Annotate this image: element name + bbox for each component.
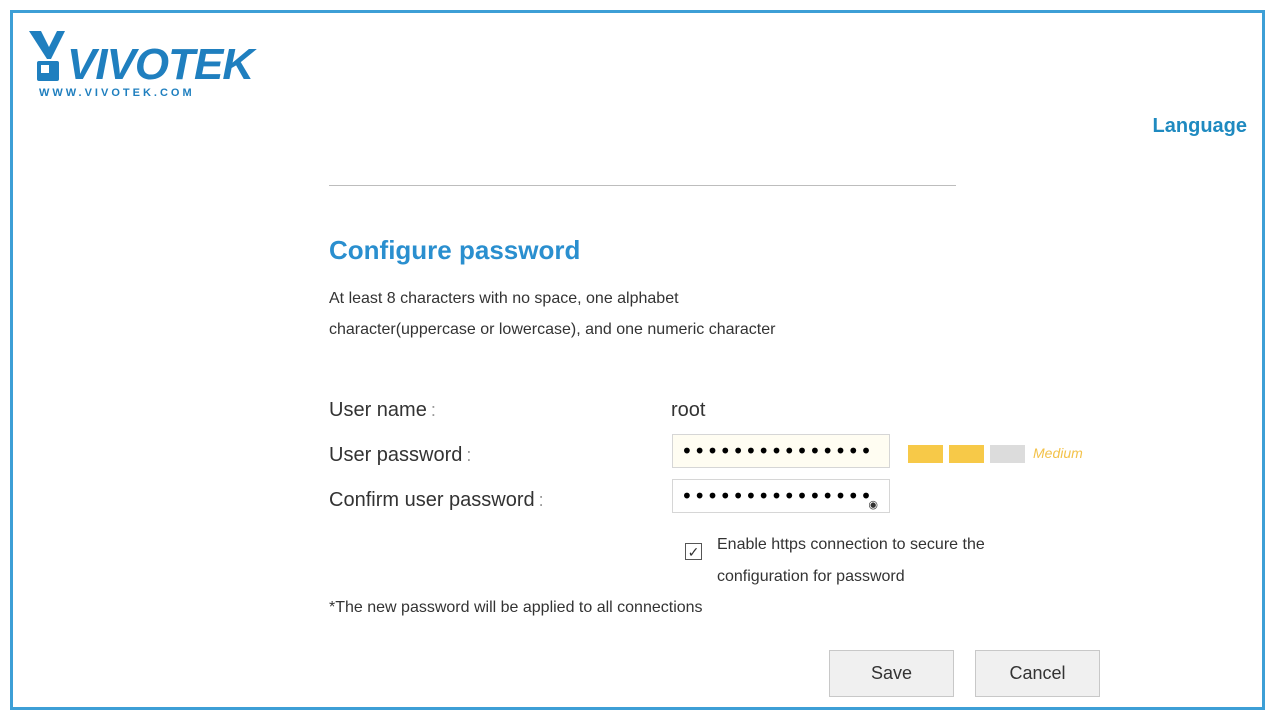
strength-label: Medium bbox=[1033, 445, 1083, 461]
https-checkbox-label: Enable https connection to secure the co… bbox=[717, 536, 985, 585]
confirm-password-label: Confirm user password: bbox=[329, 489, 544, 512]
show-password-icon[interactable]: ◉ bbox=[868, 489, 879, 512]
password-note: *The new password will be applied to all… bbox=[329, 599, 703, 616]
language-link[interactable]: Language bbox=[1153, 115, 1247, 138]
strength-bar-2 bbox=[949, 445, 984, 463]
https-checkbox[interactable]: ✓ bbox=[685, 543, 702, 560]
colon: : bbox=[430, 400, 436, 420]
colon: : bbox=[466, 445, 472, 465]
strength-bar-3 bbox=[990, 445, 1025, 463]
save-button[interactable]: Save bbox=[829, 650, 954, 697]
confirm-password-input[interactable]: ••••••••••••••• ◉ bbox=[672, 479, 890, 513]
username-label: User name: bbox=[329, 399, 436, 422]
password-value: ••••••••••••••• bbox=[681, 439, 873, 463]
page-title: Configure password bbox=[329, 235, 581, 265]
password-label: User password: bbox=[329, 444, 471, 467]
logo-url: WWW.VIVOTEK.COM bbox=[39, 87, 195, 99]
cancel-button[interactable]: Cancel bbox=[975, 650, 1100, 697]
strength-bar-1 bbox=[908, 445, 943, 463]
logo-wordmark: VIVOTEK bbox=[67, 40, 254, 89]
divider bbox=[329, 185, 956, 186]
username-label-text: User name bbox=[329, 399, 427, 421]
username-value: root bbox=[671, 399, 706, 421]
confirm-password-value: ••••••••••••••• bbox=[681, 484, 873, 508]
camera-logo-icon bbox=[29, 31, 65, 81]
page-frame: VIVOTEK WWW.VIVOTEK.COM Language Configu… bbox=[10, 10, 1265, 710]
vivotek-logo: VIVOTEK WWW.VIVOTEK.COM bbox=[27, 29, 257, 99]
colon: : bbox=[538, 490, 544, 510]
password-label-text: User password bbox=[329, 444, 463, 466]
password-input[interactable]: ••••••••••••••• bbox=[672, 434, 890, 468]
password-requirements: At least 8 characters with no space, one… bbox=[329, 290, 776, 338]
confirm-label-text: Confirm user password bbox=[329, 489, 535, 511]
